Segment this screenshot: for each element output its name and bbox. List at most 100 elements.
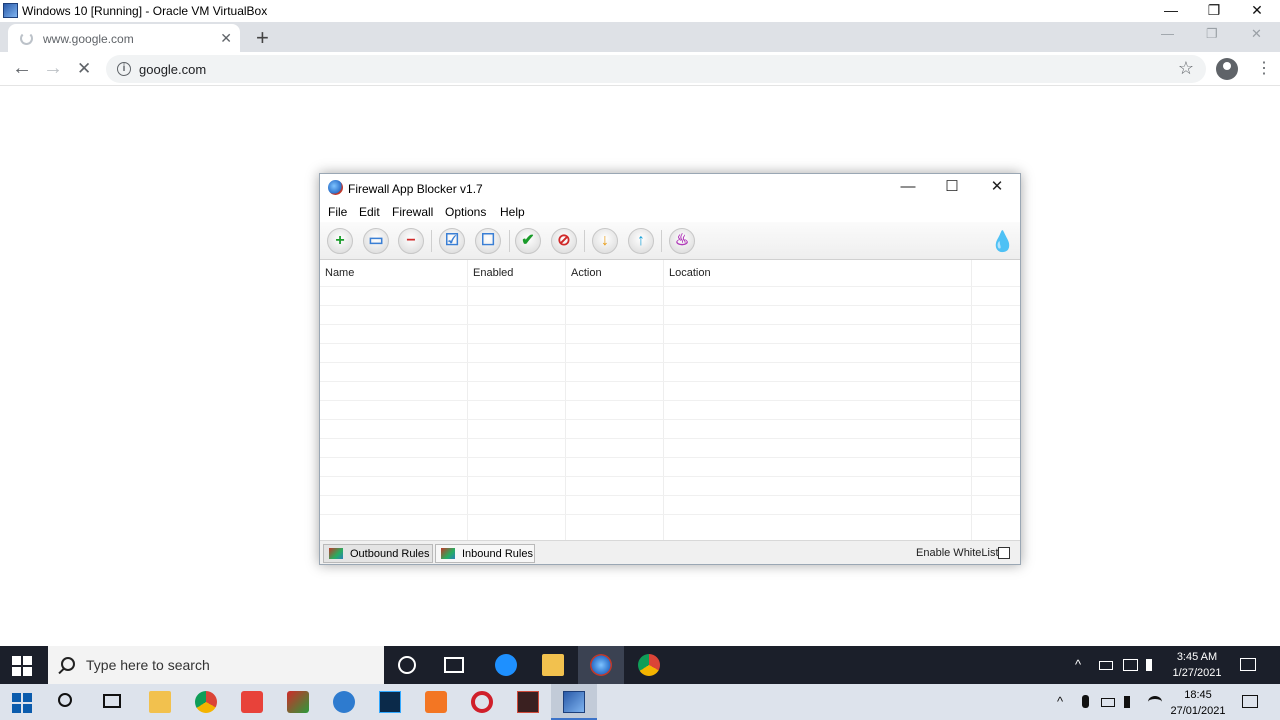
- row-line: [320, 381, 1020, 382]
- row-line: [320, 476, 1020, 477]
- host-clock[interactable]: 18:45 27/01/2021: [1166, 687, 1230, 719]
- check-all-icon[interactable]: ☑: [439, 228, 465, 254]
- vbox-minimize-button[interactable]: —: [1149, 0, 1193, 22]
- host-start-button[interactable]: [12, 693, 32, 713]
- battery-icon[interactable]: [1099, 661, 1113, 670]
- address-url[interactable]: google.com: [139, 62, 206, 77]
- column-header-enabled[interactable]: Enabled: [473, 267, 513, 279]
- allow-icon[interactable]: ✔: [515, 228, 541, 254]
- chrome-menu-icon[interactable]: ⋮: [1256, 58, 1272, 78]
- tab-inbound-label: Inbound Rules: [462, 548, 533, 560]
- network-icon[interactable]: [1123, 659, 1138, 671]
- chrome-toolbar: ← → ✕ i google.com ☆ ⋮: [0, 52, 1280, 86]
- anydesk-icon[interactable]: [241, 691, 263, 713]
- column-header-location[interactable]: Location: [669, 267, 711, 279]
- host-chrome-icon[interactable]: [195, 691, 217, 713]
- bookmark-star-icon[interactable]: ☆: [1178, 58, 1194, 79]
- address-bar[interactable]: i google.com ☆: [106, 55, 1206, 83]
- menu-firewall[interactable]: Firewall: [392, 205, 433, 219]
- row-line: [320, 324, 1020, 325]
- microphone-icon[interactable]: [1082, 695, 1089, 708]
- guest-start-button[interactable]: [12, 656, 32, 676]
- xampp-icon[interactable]: [425, 691, 447, 713]
- uncheck-all-icon[interactable]: ☐: [475, 228, 501, 254]
- block-icon[interactable]: ⊘: [551, 228, 577, 254]
- column-header-name[interactable]: Name: [325, 267, 354, 279]
- cortana-icon[interactable]: [398, 656, 416, 674]
- chrome-restore-button[interactable]: ❐: [1206, 26, 1218, 42]
- menu-file[interactable]: File: [328, 205, 347, 219]
- photoshop-icon[interactable]: [379, 691, 401, 713]
- flame-icon[interactable]: ♨: [669, 228, 695, 254]
- host-notification-icon[interactable]: [1242, 695, 1258, 708]
- inbound-rules-icon: [441, 548, 455, 559]
- row-line: [320, 305, 1020, 306]
- tab-inbound-rules[interactable]: Inbound Rules: [435, 544, 535, 563]
- browser-icon[interactable]: [333, 691, 355, 713]
- whitelist-checkbox[interactable]: [998, 547, 1010, 559]
- vbox-restore-button[interactable]: ❐: [1192, 0, 1236, 22]
- column-header-action[interactable]: Action: [571, 267, 602, 279]
- host-taskbar: ^ 18:45 27/01/2021: [0, 684, 1280, 720]
- remove-icon[interactable]: −: [398, 228, 424, 254]
- chrome-tab-strip: www.google.com ✕ + — ❐ ✕: [0, 22, 1280, 52]
- guest-clock[interactable]: 3:45 AM 1/27/2021: [1170, 649, 1224, 681]
- virtualbox-taskbar-icon[interactable]: [563, 691, 585, 713]
- import-icon[interactable]: ↓: [592, 228, 618, 254]
- new-tab-button[interactable]: +: [256, 25, 269, 51]
- host-search-icon[interactable]: [58, 693, 72, 707]
- stop-loading-icon[interactable]: ✕: [77, 59, 91, 79]
- virtualbox-title: Windows 10 [Running] - Oracle VM Virtual…: [22, 4, 268, 18]
- chrome-taskbar-icon[interactable]: [638, 654, 660, 676]
- virtualbox-icon: [3, 3, 18, 18]
- task-view-icon[interactable]: [444, 657, 464, 673]
- row-line: [320, 495, 1020, 496]
- row-line: [320, 286, 1020, 287]
- menu-edit[interactable]: Edit: [359, 205, 380, 219]
- host-task-view-icon[interactable]: [103, 694, 121, 708]
- tab-close-icon[interactable]: ✕: [220, 30, 232, 47]
- fab-maximize-button[interactable]: ☐: [930, 177, 974, 199]
- file-explorer-icon[interactable]: [542, 654, 564, 676]
- host-volume-icon[interactable]: [1124, 696, 1136, 708]
- app-icon-2[interactable]: [517, 691, 539, 713]
- table-header: Name Enabled Action Location: [320, 260, 1020, 286]
- menu-help[interactable]: Help: [500, 205, 525, 219]
- vbox-close-button[interactable]: ✕: [1235, 0, 1279, 22]
- fab-minimize-button[interactable]: —: [886, 177, 930, 199]
- forward-arrow-icon[interactable]: →: [43, 57, 63, 80]
- app-icon[interactable]: [287, 691, 309, 713]
- row-line: [320, 438, 1020, 439]
- chrome-minimize-button[interactable]: —: [1161, 26, 1174, 41]
- menu-options[interactable]: Options: [445, 205, 486, 219]
- opera-icon[interactable]: [471, 691, 493, 713]
- host-file-explorer-icon[interactable]: [149, 691, 171, 713]
- water-drop-logo-icon: 💧: [990, 231, 1015, 253]
- host-battery-icon[interactable]: [1101, 698, 1115, 707]
- tab-title: www.google.com: [43, 32, 134, 46]
- toolbar-separator: [661, 230, 662, 252]
- site-info-icon[interactable]: i: [117, 62, 131, 76]
- chrome-tab[interactable]: www.google.com ✕: [8, 24, 240, 52]
- host-date: 27/01/2021: [1170, 705, 1226, 717]
- tray-overflow-icon[interactable]: ^: [1075, 657, 1081, 672]
- volume-icon[interactable]: [1146, 659, 1158, 671]
- fab-window-title: Firewall App Blocker v1.7: [348, 182, 483, 196]
- toolbar-separator: [509, 230, 510, 252]
- tab-outbound-rules[interactable]: Outbound Rules: [323, 544, 433, 563]
- rules-table[interactable]: Name Enabled Action Location: [320, 260, 1020, 540]
- firewall-app-blocker-taskbar-icon[interactable]: [590, 654, 612, 676]
- back-arrow-icon[interactable]: ←: [12, 57, 32, 80]
- notification-icon[interactable]: [1240, 658, 1256, 671]
- fab-close-button[interactable]: ✕: [975, 177, 1019, 199]
- host-tray-overflow-icon[interactable]: ^: [1057, 694, 1063, 709]
- chrome-close-button[interactable]: ✕: [1251, 26, 1262, 42]
- profile-avatar-icon[interactable]: [1216, 58, 1238, 80]
- edge-icon[interactable]: [495, 654, 517, 676]
- guest-search-box[interactable]: Type here to search: [48, 646, 384, 684]
- add-icon[interactable]: +: [327, 228, 353, 254]
- export-icon[interactable]: ↑: [628, 228, 654, 254]
- monitor-icon[interactable]: ▭: [363, 228, 389, 254]
- loading-spinner-icon: [20, 32, 33, 45]
- wifi-icon[interactable]: [1148, 696, 1162, 708]
